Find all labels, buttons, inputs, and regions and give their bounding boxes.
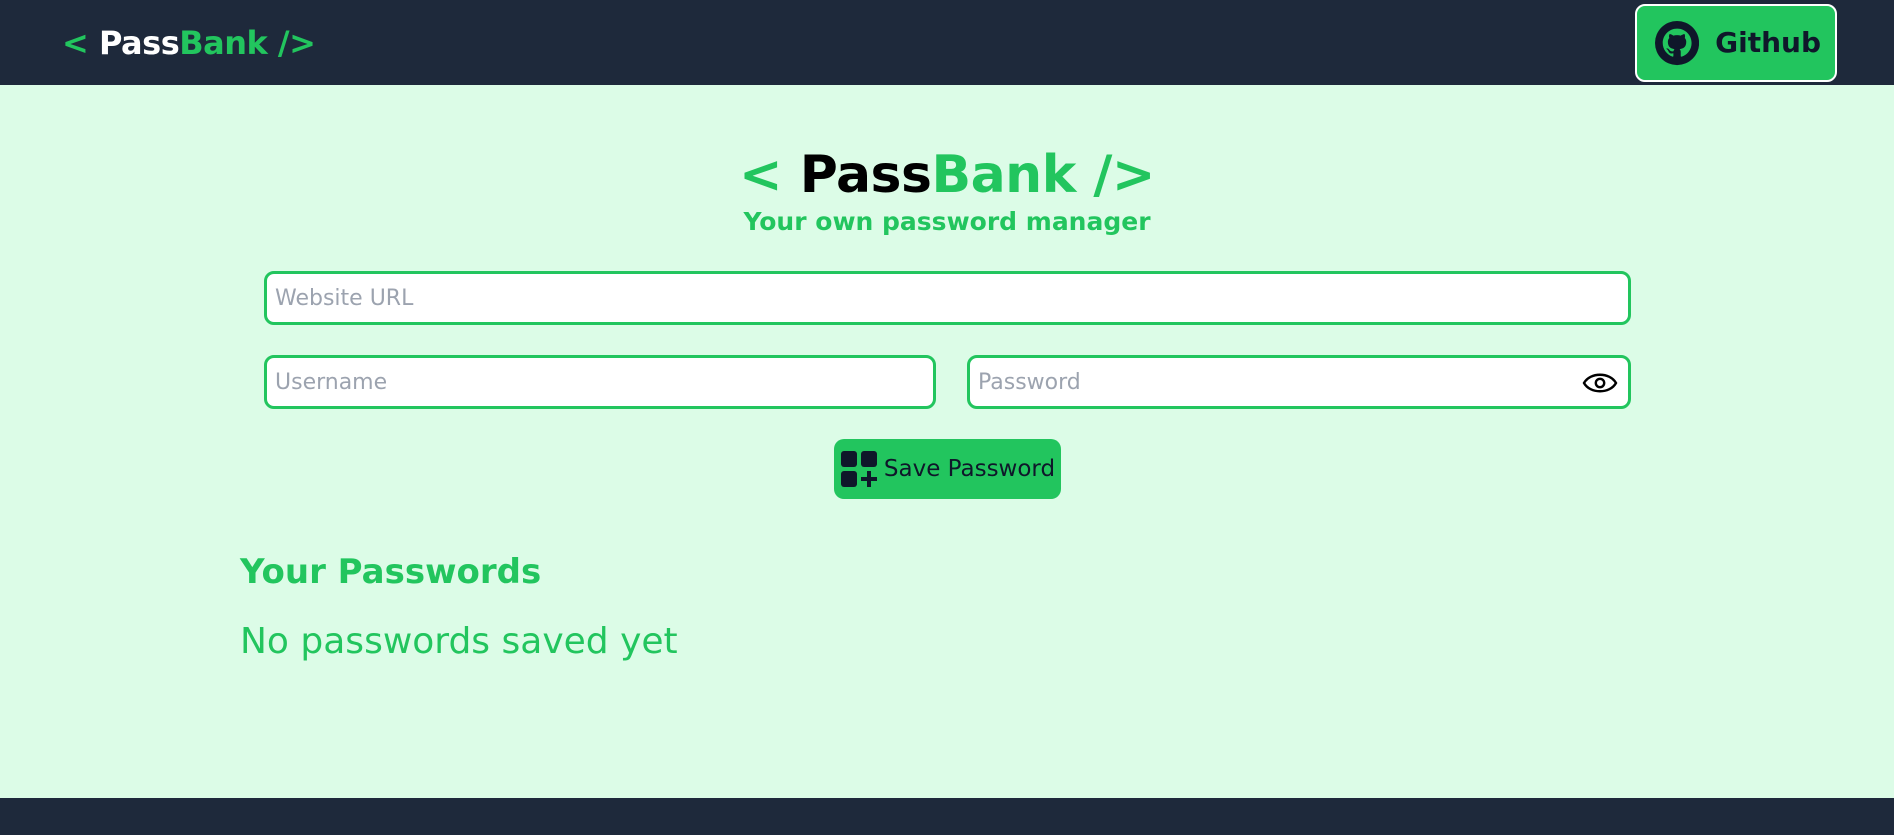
footer [0, 798, 1894, 835]
save-password-button[interactable]: Save Password [834, 439, 1061, 499]
username-input[interactable] [267, 358, 933, 406]
hero-logo-open: < [739, 145, 783, 205]
password-input[interactable] [970, 358, 1628, 406]
hero-logo-close: /> [1093, 145, 1155, 205]
logo-pass: Pass [98, 23, 180, 62]
nav-logo[interactable]: < PassBank /> [62, 23, 316, 62]
eye-icon[interactable] [1582, 370, 1618, 396]
website-url-input[interactable] [267, 274, 1628, 322]
github-label: Github [1715, 26, 1821, 59]
tagline: Your own password manager [743, 207, 1151, 236]
logo-bank: Bank [179, 23, 268, 62]
logo-open: < [62, 23, 89, 62]
add-grid-icon [840, 451, 877, 487]
main-content: < PassBank /> Your own password manager … [0, 85, 1894, 798]
empty-passwords-message: No passwords saved yet [240, 621, 678, 662]
password-field [967, 355, 1631, 409]
hero-logo: < PassBank /> [0, 147, 1894, 203]
navbar: < PassBank /> Github [0, 0, 1894, 85]
hero-logo-bank: Bank [931, 145, 1076, 205]
your-passwords-heading: Your Passwords [240, 552, 542, 592]
logo-close: /> [277, 23, 316, 62]
hero-logo-pass: Pass [799, 145, 932, 205]
github-button[interactable]: Github [1635, 3, 1837, 82]
save-password-label: Save Password [883, 456, 1056, 482]
username-field [264, 355, 936, 409]
hero: < PassBank /> Your own password manager [0, 147, 1894, 236]
website-url-field [264, 271, 1631, 325]
github-icon [1655, 20, 1700, 65]
